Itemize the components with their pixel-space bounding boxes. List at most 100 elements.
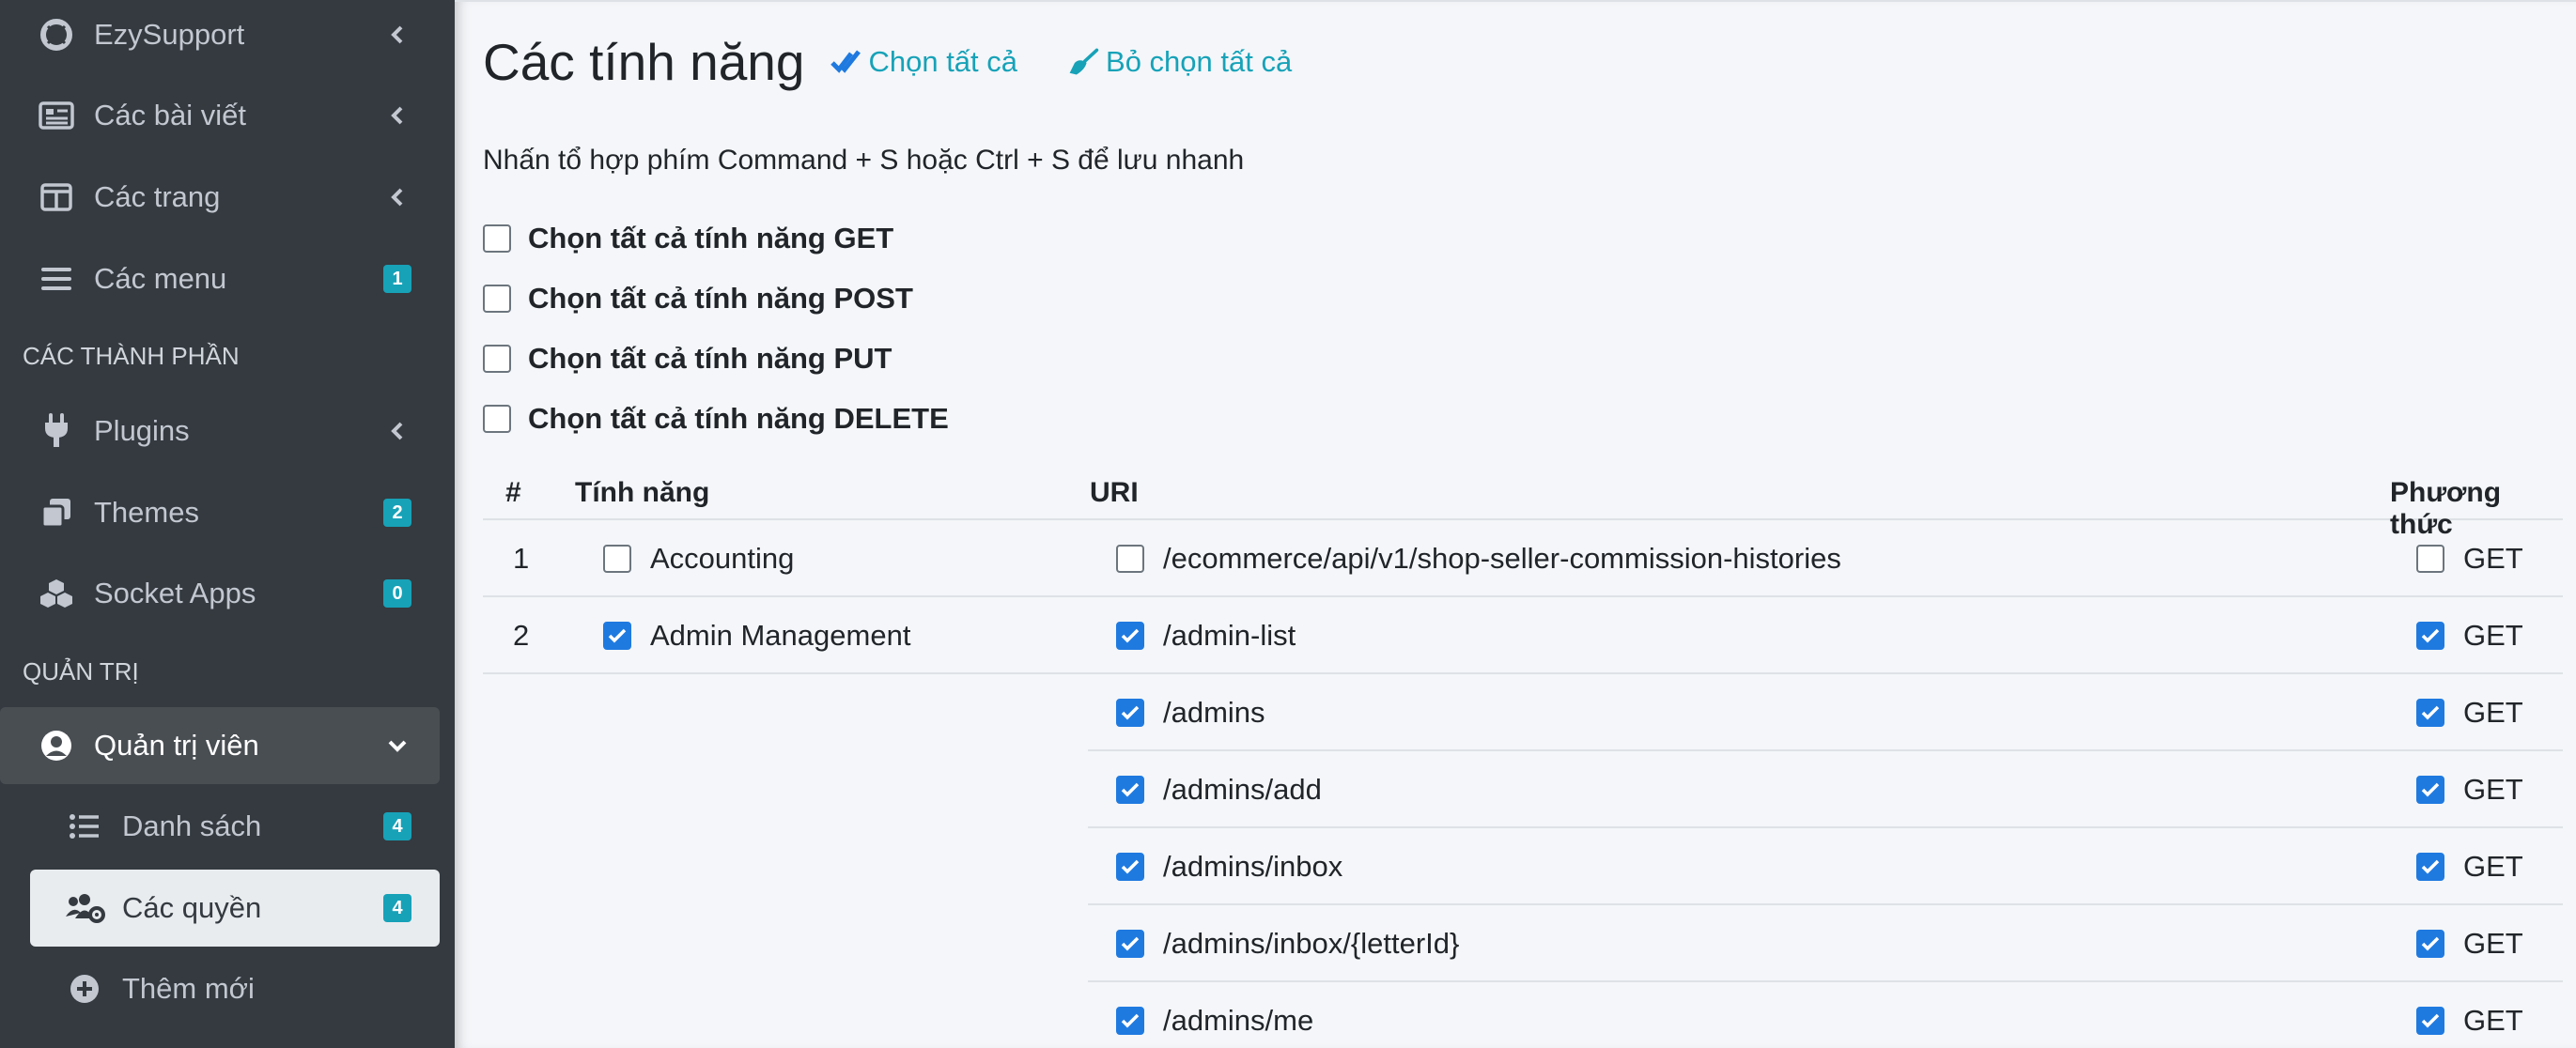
method-checkbox[interactable] xyxy=(2416,776,2444,804)
list-icon xyxy=(64,806,105,847)
cubes-icon xyxy=(36,573,77,614)
uri-cell: /ecommerce/api/v1/shop-seller-commission… xyxy=(1116,520,1841,597)
method-cell: GET xyxy=(2416,520,2523,597)
checkbox-label: Chọn tất cả tính năng DELETE xyxy=(528,402,949,435)
sidebar-item-label: Các quyền xyxy=(122,891,262,924)
uri-cell: /admins xyxy=(1116,674,1265,751)
uri-checkbox[interactable] xyxy=(1116,1007,1144,1035)
col-index: # xyxy=(505,477,521,508)
method-name: GET xyxy=(2463,696,2523,729)
clone-icon xyxy=(36,492,77,533)
sidebar-item-menus[interactable]: Các menu 1 xyxy=(0,240,440,317)
sidebar-item-label: Các trang xyxy=(94,180,221,213)
checkbox-label: Chọn tất cả tính năng POST xyxy=(528,282,913,315)
feature-checkbox[interactable] xyxy=(603,622,631,650)
checkbox[interactable] xyxy=(483,285,511,313)
checkbox-label: Chọn tất cả tính năng GET xyxy=(528,222,894,254)
feature-name: Accounting xyxy=(650,542,795,575)
method-checkbox[interactable] xyxy=(2416,1007,2444,1035)
uri-cell: /admins/inbox xyxy=(1116,828,1342,905)
uri-checkbox[interactable] xyxy=(1116,699,1144,727)
method-cell: GET xyxy=(2416,905,2523,982)
sidebar-item-label: Danh sách xyxy=(122,809,262,842)
method-checkbox[interactable] xyxy=(2416,853,2444,881)
users-cog-icon xyxy=(64,887,105,929)
broom-icon xyxy=(1066,45,1100,79)
method-checkbox[interactable] xyxy=(2416,622,2444,650)
count-badge: 1 xyxy=(383,265,411,293)
plug-icon xyxy=(36,410,77,452)
sidebar-item-admin-list[interactable]: Danh sách 4 xyxy=(0,788,440,865)
sidebar-item-label: Thêm mới xyxy=(122,972,255,1005)
select-all-delete-checkbox[interactable]: Chọn tất cả tính năng DELETE xyxy=(483,402,949,436)
deselect-all-button[interactable]: Bỏ chọn tất cả xyxy=(1066,45,1292,79)
count-badge: 4 xyxy=(383,894,411,922)
sidebar-item-plugins[interactable]: Plugins xyxy=(0,393,440,470)
method-name: GET xyxy=(2463,1004,2523,1037)
section-header-admin: QUẢN TRỊ xyxy=(23,657,139,686)
deselect-all-label: Bỏ chọn tất cả xyxy=(1106,45,1293,78)
sidebar-item-add-new[interactable]: Thêm mới xyxy=(0,950,440,1027)
select-all-button[interactable]: Chọn tất cả xyxy=(829,45,1017,79)
col-feature: Tính năng xyxy=(575,477,710,508)
sidebar-item-permissions[interactable]: Các quyền 4 xyxy=(30,870,440,947)
sidebar-item-themes[interactable]: Themes 2 xyxy=(0,474,440,551)
bars-icon xyxy=(36,258,77,300)
table-row: 2 Admin Management /admin-list GET xyxy=(483,597,2563,674)
main-content: Các tính năng Chọn tất cả Bỏ chọn tất cả… xyxy=(455,0,2576,1048)
sidebar-item-pages[interactable]: Các trang xyxy=(0,159,440,236)
select-all-post-checkbox[interactable]: Chọn tất cả tính năng POST xyxy=(483,282,913,316)
table-row: /admins/inbox GET xyxy=(1088,828,2563,905)
feature-cell: Admin Management xyxy=(603,597,910,674)
method-name: GET xyxy=(2463,542,2523,575)
sidebar-item-label: Socket Apps xyxy=(94,577,256,609)
chevron-down-icon xyxy=(383,732,411,760)
table-row: /admins/inbox/{letterId} GET xyxy=(1088,905,2563,982)
feature-cell: Accounting xyxy=(603,520,794,597)
select-all-label: Chọn tất cả xyxy=(868,45,1018,78)
uri-checkbox[interactable] xyxy=(1116,622,1144,650)
select-all-put-checkbox[interactable]: Chọn tất cả tính năng PUT xyxy=(483,342,892,376)
sidebar-item-admins[interactable]: Quản trị viên xyxy=(0,707,440,784)
lifebuoy-icon xyxy=(36,14,77,55)
checkbox[interactable] xyxy=(483,224,511,253)
sidebar-item-posts[interactable]: Các bài viết xyxy=(0,77,440,154)
uri-checkbox[interactable] xyxy=(1116,853,1144,881)
method-checkbox[interactable] xyxy=(2416,930,2444,958)
uri-checkbox[interactable] xyxy=(1116,545,1144,573)
method-checkbox[interactable] xyxy=(2416,545,2444,573)
sidebar-item-socket-apps[interactable]: Socket Apps 0 xyxy=(0,555,440,632)
uri-checkbox[interactable] xyxy=(1116,930,1144,958)
table-row: /admins GET xyxy=(1088,674,2563,751)
uri-cell: /admins/inbox/{letterId} xyxy=(1116,905,1459,982)
sidebar-item-label: Các bài viết xyxy=(94,99,246,131)
columns-icon xyxy=(36,177,77,218)
table-header: # Tính năng URI Phương thức xyxy=(483,471,2563,540)
count-badge: 0 xyxy=(383,579,411,608)
method-cell: GET xyxy=(2416,982,2523,1048)
checkbox[interactable] xyxy=(483,405,511,433)
uri-path: /admin-list xyxy=(1163,619,1296,652)
row-index: 1 xyxy=(513,542,530,575)
uri-path: /admins xyxy=(1163,696,1265,729)
method-cell: GET xyxy=(2416,674,2523,751)
plus-circle-icon xyxy=(64,968,105,1009)
uri-checkbox[interactable] xyxy=(1116,776,1144,804)
uri-cell: /admins/add xyxy=(1116,751,1322,828)
method-name: GET xyxy=(2463,773,2523,806)
sidebar-item-ezysupport[interactable]: EzySupport xyxy=(0,0,440,73)
select-all-get-checkbox[interactable]: Chọn tất cả tính năng GET xyxy=(483,222,893,255)
shortcut-hint: Nhấn tổ hợp phím Command + S hoặc Ctrl +… xyxy=(483,145,1245,176)
feature-checkbox[interactable] xyxy=(603,545,631,573)
table-row: /admins/add GET xyxy=(1088,751,2563,828)
uri-path: /ecommerce/api/v1/shop-seller-commission… xyxy=(1163,542,1841,575)
uri-path: /admins/add xyxy=(1163,773,1322,806)
count-badge: 4 xyxy=(383,812,411,840)
checkbox[interactable] xyxy=(483,345,511,373)
uri-cell: /admins/me xyxy=(1116,982,1313,1048)
sidebar: EzySupport Các bài viết Các trang Các me… xyxy=(0,0,455,1048)
method-checkbox[interactable] xyxy=(2416,699,2444,727)
row-index: 2 xyxy=(513,619,530,652)
chevron-left-icon xyxy=(383,101,411,130)
page-title: Các tính năng xyxy=(483,33,805,91)
